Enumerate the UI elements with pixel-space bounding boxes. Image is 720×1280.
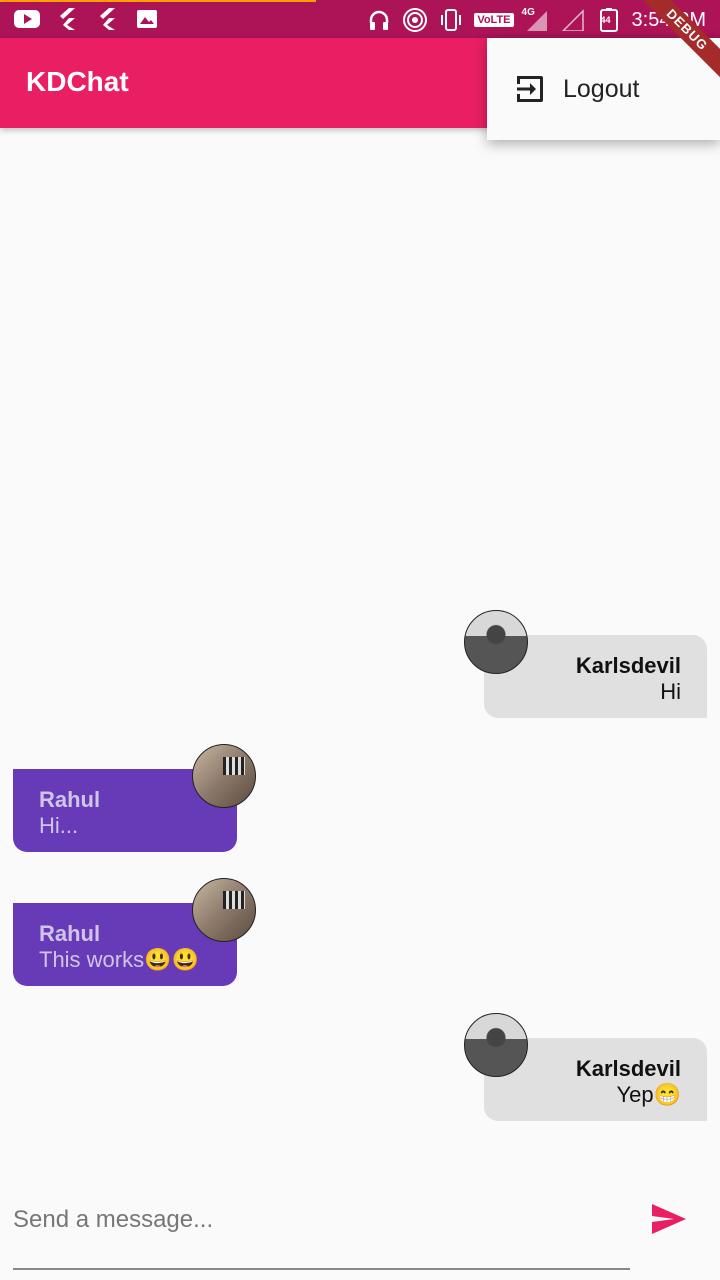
youtube-icon bbox=[14, 8, 40, 30]
logout-label: Logout bbox=[563, 74, 640, 103]
flutter-icon bbox=[54, 8, 80, 30]
logout-menu-item[interactable]: Logout bbox=[487, 38, 720, 140]
headphones-icon bbox=[366, 9, 392, 31]
overflow-menu: Logout bbox=[487, 38, 720, 140]
message-item: Rahul Hi... bbox=[0, 744, 720, 854]
hotspot-icon bbox=[402, 8, 428, 32]
send-button[interactable] bbox=[650, 1200, 688, 1238]
vibrate-icon bbox=[438, 9, 464, 31]
message-text: Yep😁 bbox=[616, 1082, 681, 1107]
battery-icon: 44 bbox=[596, 8, 622, 32]
avatar[interactable] bbox=[464, 1013, 528, 1077]
message-item: Rahul This works😃😃 bbox=[0, 878, 720, 988]
message-composer bbox=[13, 1190, 630, 1270]
app-title: KDChat bbox=[26, 66, 129, 97]
message-item: Karlsdevil Yep😁 bbox=[0, 1013, 720, 1123]
message-text: This works😃😃 bbox=[39, 947, 199, 972]
volte-badge: VoLTE bbox=[474, 13, 514, 27]
sender-name: Karlsdevil bbox=[575, 1056, 681, 1081]
message-text: Hi... bbox=[39, 813, 79, 838]
logout-icon bbox=[513, 72, 547, 106]
message-item: Karlsdevil Hi bbox=[0, 610, 720, 720]
avatar[interactable] bbox=[464, 610, 528, 674]
signal-icon-secondary bbox=[560, 9, 586, 31]
send-icon bbox=[652, 1204, 686, 1234]
signal-icon: 4G bbox=[522, 7, 550, 31]
avatar[interactable] bbox=[192, 878, 256, 942]
sender-name: Karlsdevil bbox=[575, 653, 681, 678]
message-input[interactable] bbox=[13, 1190, 613, 1250]
status-bar: VoLTE 4G 44 3:54 PM bbox=[0, 0, 720, 38]
sender-name: Rahul bbox=[39, 921, 101, 946]
avatar[interactable] bbox=[192, 744, 256, 808]
flutter-icon bbox=[94, 8, 120, 30]
message-text: Hi bbox=[660, 679, 681, 704]
sender-name: Rahul bbox=[39, 787, 101, 812]
loading-progress bbox=[0, 0, 316, 2]
image-icon bbox=[134, 8, 160, 30]
